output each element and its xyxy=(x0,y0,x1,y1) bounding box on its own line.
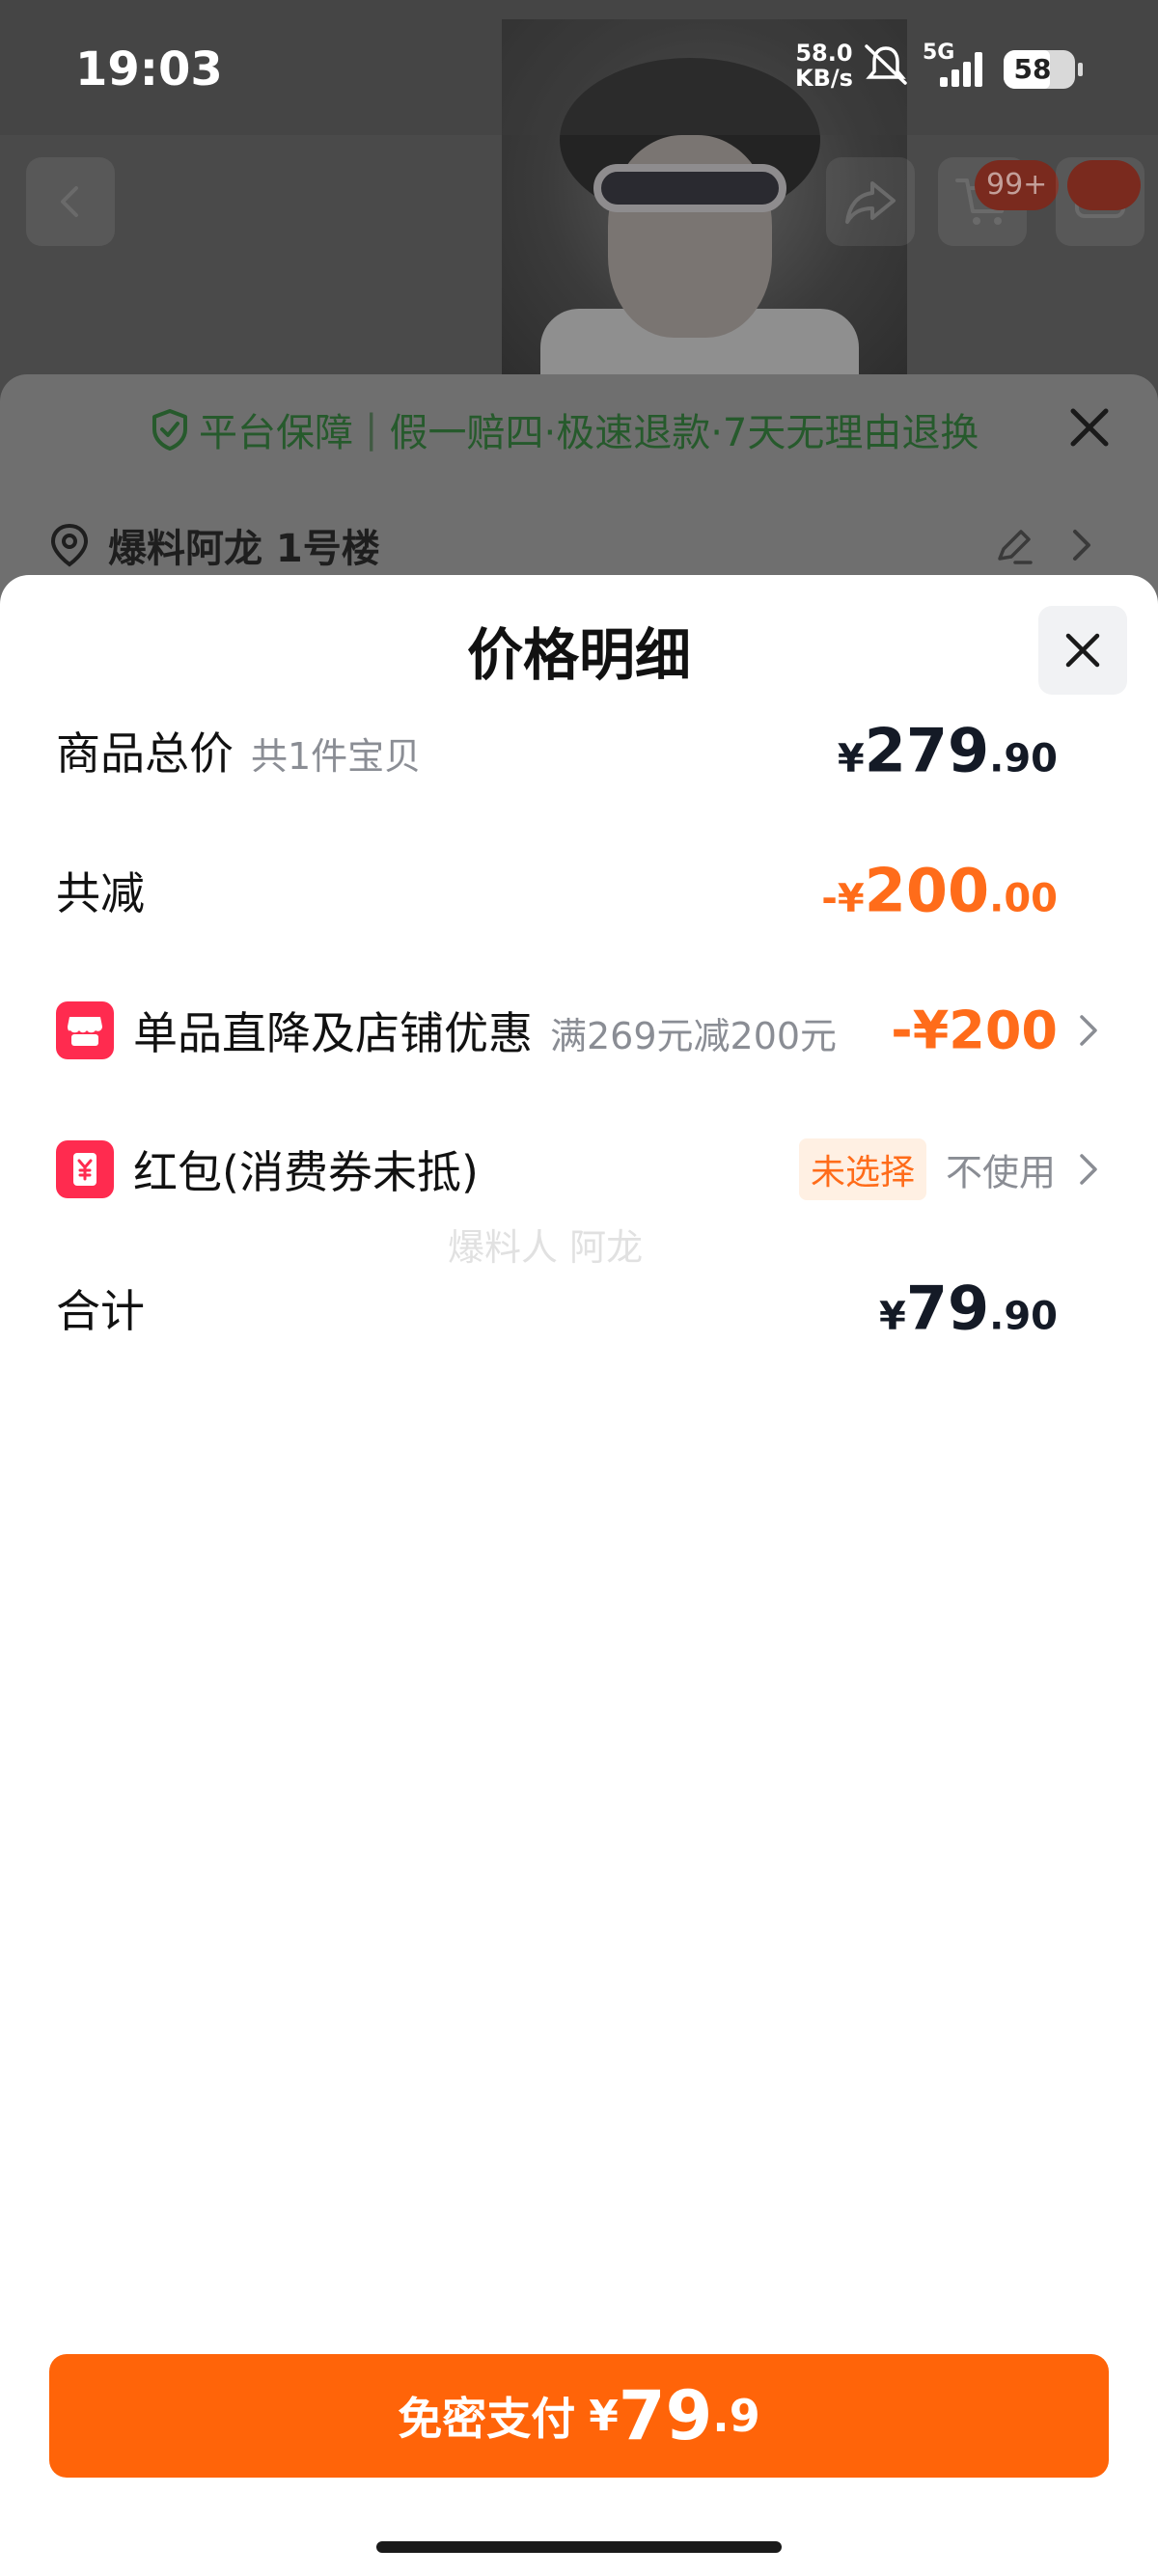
shop-discount-rule: 满269元减200元 xyxy=(550,1015,838,1057)
close-icon xyxy=(1070,408,1109,447)
password-free-pay-button[interactable]: 免密支付 ¥79.9 xyxy=(49,2354,1109,2478)
price-currency: ¥ xyxy=(879,1294,906,1339)
guarantee-close-button[interactable] xyxy=(1065,403,1114,452)
reduction-label: 共减 xyxy=(56,867,145,919)
price-decimal: .00 xyxy=(989,876,1058,921)
red-packet-value: 不使用 xyxy=(945,1151,1056,1194)
signal-icon xyxy=(940,52,982,87)
share-icon xyxy=(845,181,896,224)
shop-discount-amount: -¥200 xyxy=(891,1000,1058,1061)
battery-level: 58 xyxy=(1013,53,1052,85)
location-pin-icon xyxy=(50,523,89,567)
price-decimal: .90 xyxy=(989,1294,1058,1339)
sum-price: ¥79.90 xyxy=(879,1274,1058,1344)
chevron-right-icon xyxy=(1080,1015,1097,1046)
address-text: 爆料阿龙 1号楼 xyxy=(108,527,380,571)
pay-integer: 79 xyxy=(618,2376,713,2455)
price-decimal: .90 xyxy=(989,736,1058,781)
platform-guarantee-banner[interactable]: 平台保障 | 假一赔四·极速退款·7天无理由退换 xyxy=(151,396,979,463)
network-speed: 58.0 KB/s xyxy=(795,41,853,91)
goods-total-price: ¥279.90 xyxy=(838,716,1058,786)
yuan-coupon-icon xyxy=(56,1140,114,1198)
goods-count: 共1件宝贝 xyxy=(251,735,422,778)
price-currency: ¥ xyxy=(837,736,865,781)
red-packet-label: 红包(消费券未抵) xyxy=(133,1146,479,1198)
row-shop-discount[interactable]: 单品直降及店铺优惠 满269元减200元 -¥200 xyxy=(0,982,1158,1079)
pay-currency: ¥ xyxy=(589,2391,619,2441)
status-bar: 19:03 58.0 KB/s 5G 58 xyxy=(0,0,1158,135)
sheet-title: 价格明细 xyxy=(466,622,691,688)
price-integer: 279 xyxy=(864,715,990,786)
edit-icon[interactable] xyxy=(992,524,1034,566)
guarantee-separator: | xyxy=(365,407,378,452)
guarantee-text: 假一赔四·极速退款·7天无理由退换 xyxy=(389,411,979,455)
shop-icon xyxy=(56,1001,114,1059)
row-total-reduction: 共减 -¥200.00 xyxy=(0,842,1158,939)
share-button[interactable] xyxy=(826,157,915,246)
cart-badge: 99+ xyxy=(975,160,1060,210)
price-integer: 79 xyxy=(905,1273,990,1344)
reduction-amount: -¥200.00 xyxy=(821,856,1058,926)
battery-indicator: 58 xyxy=(1004,50,1083,89)
close-icon xyxy=(1065,633,1100,668)
shop-discount-value: -¥200 xyxy=(891,1000,1058,1061)
guarantee-title: 平台保障 xyxy=(199,411,353,455)
chevron-right-icon[interactable] xyxy=(1067,524,1096,566)
pay-button-label: 免密支付 xyxy=(398,2393,576,2445)
row-sum-total: 合计 ¥79.90 xyxy=(0,1260,1158,1357)
mute-icon xyxy=(865,44,907,85)
unselected-tag: 未选择 xyxy=(799,1138,927,1200)
address-row[interactable]: 爆料阿龙 1号楼 xyxy=(48,516,380,574)
home-indicator[interactable] xyxy=(376,2541,782,2553)
sheet-close-button[interactable] xyxy=(1038,606,1127,695)
back-button[interactable] xyxy=(26,157,115,246)
goods-total-label: 商品总价 xyxy=(56,727,234,780)
price-integer: 200 xyxy=(864,855,990,926)
network-speed-unit: KB/s xyxy=(795,65,853,92)
row-goods-total: 商品总价 共1件宝贝 ¥279.90 xyxy=(0,702,1158,799)
shop-discount-label: 单品直降及店铺优惠 xyxy=(133,1007,533,1059)
chevron-right-icon xyxy=(1080,1154,1097,1185)
back-icon xyxy=(61,186,78,217)
pay-decimal: .9 xyxy=(712,2390,760,2442)
shield-check-icon xyxy=(152,409,187,451)
message-badge xyxy=(1067,160,1141,210)
network-speed-value: 58.0 xyxy=(795,40,853,67)
sum-label: 合计 xyxy=(56,1285,145,1337)
row-red-packet[interactable]: 红包(消费券未抵) 未选择 不使用 xyxy=(0,1121,1158,1218)
price-currency: -¥ xyxy=(821,876,865,921)
clock: 19:03 xyxy=(75,42,223,96)
